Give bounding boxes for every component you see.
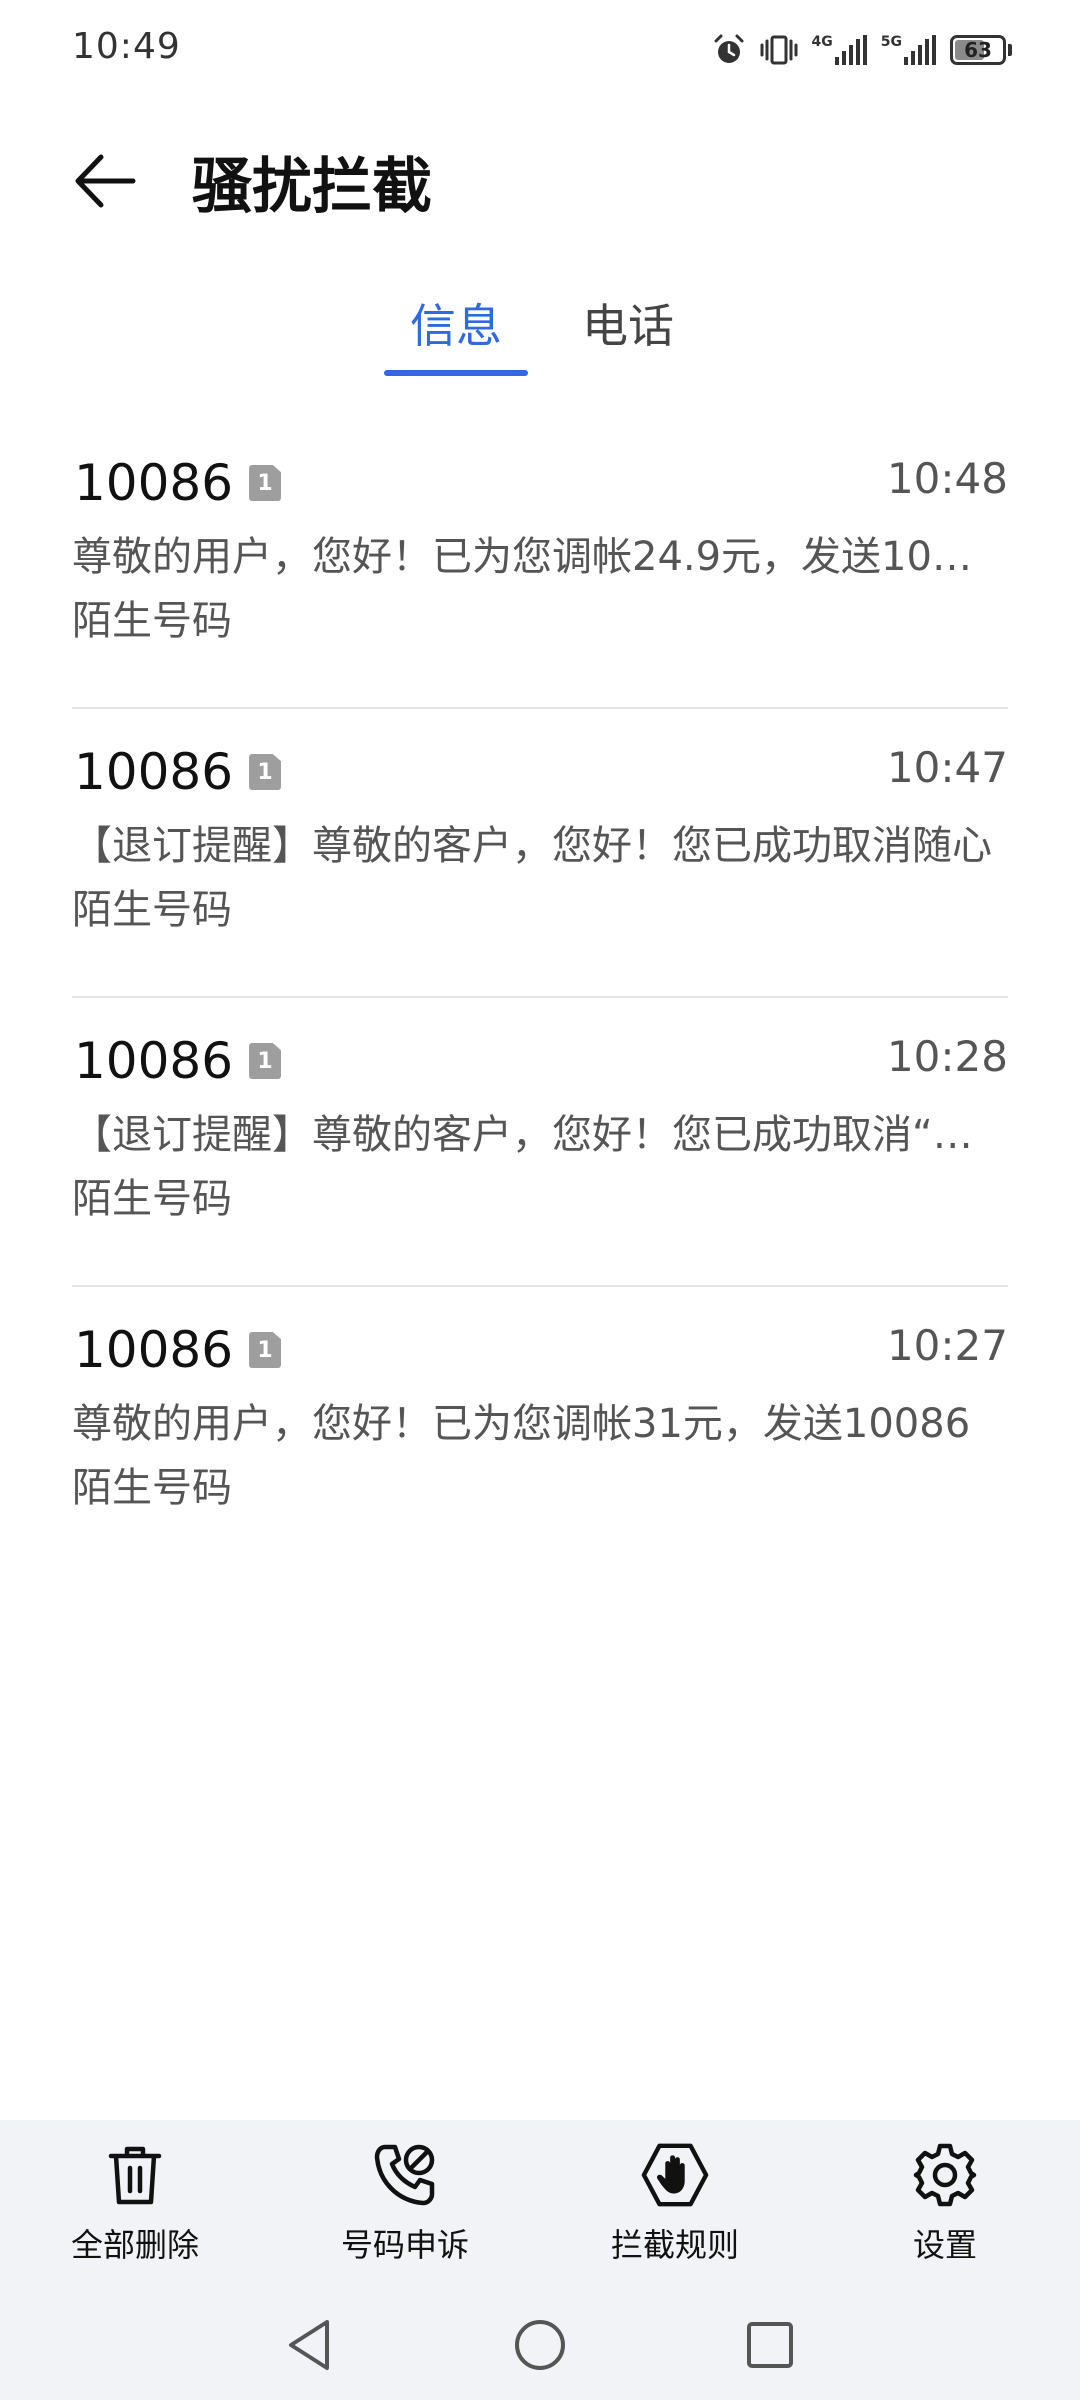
battery-icon: 63 [950,35,1006,65]
sender-number: 10086 [74,1032,234,1090]
message-item[interactable]: 10086 1 10:27 尊敬的用户，您好！已为您调帐31元，发送10086 … [72,1287,1008,1576]
back-button[interactable] [60,136,150,226]
message-item[interactable]: 10086 1 10:28 【退订提醒】尊敬的客户，您好！您已成功取消“权益 陌… [72,998,1008,1287]
sim-card-icon: 1 [249,465,282,501]
message-time: 10:47 [886,743,1008,792]
message-sender: 10086 1 [74,1321,282,1379]
message-tag: 陌生号码 [72,1465,232,1511]
triangle-back-icon [289,2320,329,2370]
nav-home-button[interactable] [500,2310,580,2380]
message-time: 10:27 [886,1321,1008,1370]
message-preview: 【退订提醒】尊敬的客户，您好！您已成功取消“权益 [72,1112,992,1158]
settings-button[interactable]: 设置 [835,2140,1055,2280]
status-bar: 10:49 4G 5G 63 [0,0,1080,100]
delete-all-button[interactable]: 全部删除 [25,2140,245,2280]
alarm-icon [714,34,744,63]
message-preview: 尊敬的用户，您好！已为您调帐31元，发送10086 [72,1401,971,1447]
circle-home-icon [515,2320,565,2370]
message-sender: 10086 1 [74,1032,282,1090]
signal-4g: 4G [812,35,867,65]
bottom-toolbar: 全部删除 号码申诉 拦截规则 设置 [0,2120,1080,2290]
sender-number: 10086 [74,743,234,801]
tab-messages[interactable]: 信息 [384,290,528,380]
arrow-left-icon [75,154,136,208]
page-title: 骚扰拦截 [192,152,432,222]
sim-card-icon: 1 [249,754,282,790]
navigation-bar [0,2290,1080,2400]
settings-label: 设置 [912,2226,977,2264]
block-rules-button[interactable]: 拦截规则 [565,2140,785,2280]
block-hand-icon [641,2143,709,2207]
message-sender: 10086 1 [74,454,282,512]
sim-card-icon: 1 [249,1043,282,1079]
number-appeal-button[interactable]: 号码申诉 [295,2140,515,2280]
battery-level: 63 [964,38,992,62]
message-item[interactable]: 10086 1 10:47 【退订提醒】尊敬的客户，您好！您已成功取消随心 陌生… [72,709,1008,998]
message-tag: 陌生号码 [72,598,232,644]
number-appeal-label: 号码申诉 [340,2226,469,2264]
sender-number: 10086 [74,1321,234,1379]
vibrate-icon [760,35,798,65]
status-icons: 4G 5G 63 [712,28,1012,72]
nav-recents-button[interactable] [730,2310,810,2380]
battery-tip [1008,44,1012,56]
network-5g-label: 5G [880,34,902,50]
trash-icon [108,2146,162,2205]
sender-number: 10086 [74,454,234,512]
signal-bars-icon [904,35,936,65]
signal-bars-icon [834,35,867,65]
status-time: 10:49 [72,26,181,67]
message-time: 10:28 [886,1032,1008,1081]
message-preview: 尊敬的用户，您好！已为您调帐24.9元，发送10086 [72,534,992,580]
message-time: 10:48 [886,454,1008,503]
tab-bar: 信息 电话 [0,290,1080,380]
message-tag: 陌生号码 [72,887,232,933]
signal-5g: 5G [881,35,936,65]
sim-card-icon: 1 [249,1332,282,1368]
block-rules-label: 拦截规则 [610,2226,739,2264]
nav-back-button[interactable] [270,2310,350,2380]
delete-all-label: 全部删除 [70,2226,199,2264]
gear-icon [913,2143,977,2207]
message-list: 10086 1 10:48 尊敬的用户，您好！已为您调帐24.9元，发送1008… [72,420,1008,1576]
tab-active-indicator [384,370,528,376]
message-sender: 10086 1 [74,743,282,801]
square-recents-icon [747,2322,793,2368]
network-4g-label: 4G [811,34,833,50]
message-tag: 陌生号码 [72,1176,232,1222]
header: 骚扰拦截 [0,110,1080,240]
tab-calls[interactable]: 电话 [556,290,700,380]
phone-appeal-icon [374,2144,435,2206]
screen: 10:49 4G 5G 63 骚扰拦截 信息 电话 10086 1 10:48 … [0,0,1080,2400]
message-preview: 【退订提醒】尊敬的客户，您好！您已成功取消随心 [72,823,992,869]
message-item[interactable]: 10086 1 10:48 尊敬的用户，您好！已为您调帐24.9元，发送1008… [72,420,1008,709]
